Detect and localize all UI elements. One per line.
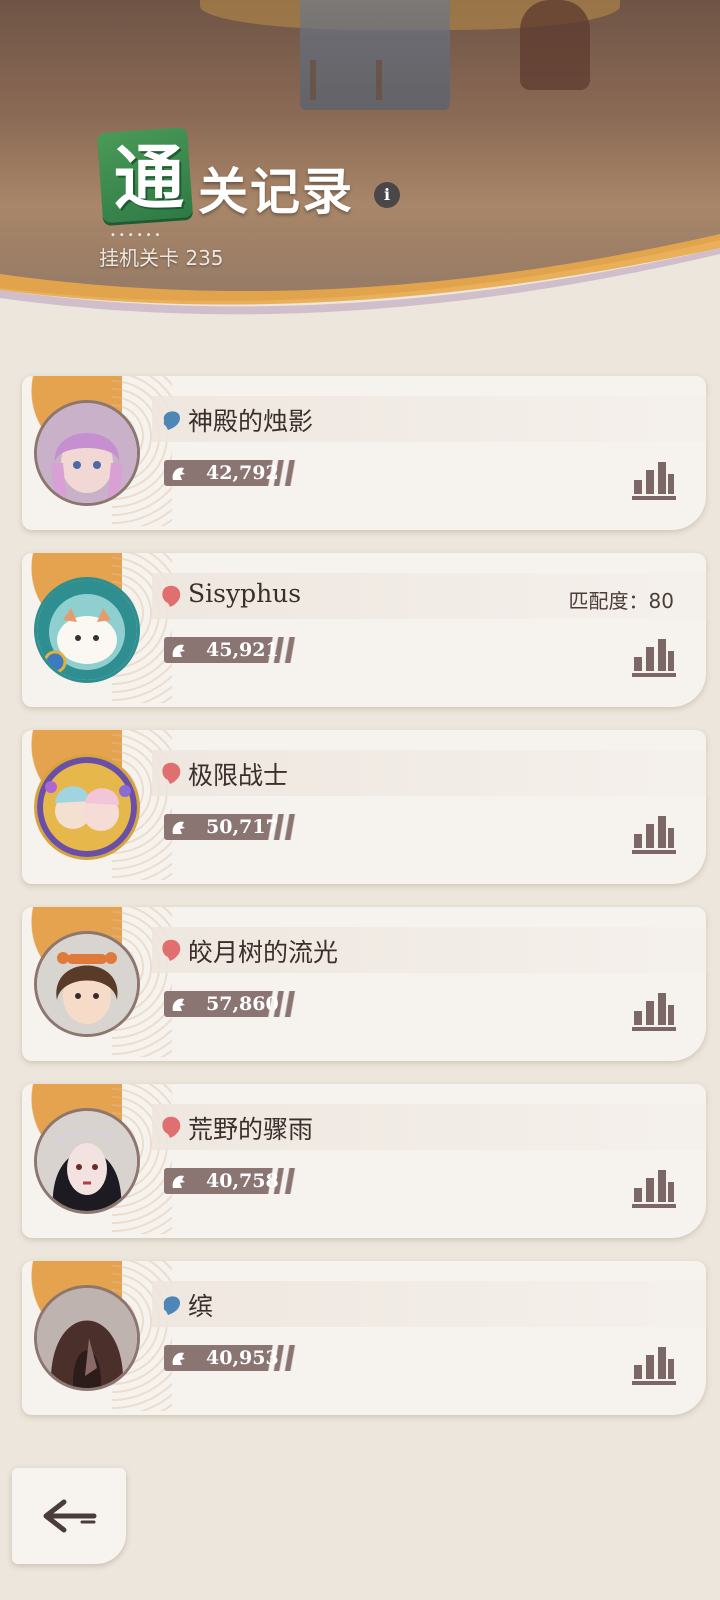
- power-icon: [172, 1175, 185, 1188]
- title-dots: ••••••: [110, 230, 164, 241]
- scene-fence: [310, 60, 382, 100]
- info-icon[interactable]: i: [374, 182, 400, 208]
- avatar[interactable]: [34, 577, 140, 683]
- player-card[interactable]: 缤 40,953: [22, 1261, 712, 1415]
- player-name: 极限战士: [188, 761, 289, 790]
- player-card[interactable]: 神殿的烛影 42,792: [22, 376, 712, 530]
- avatar[interactable]: [34, 1285, 140, 1391]
- avatar[interactable]: [34, 400, 140, 506]
- stage-label: 挂机关卡 235: [99, 246, 224, 270]
- back-button[interactable]: [12, 1468, 126, 1564]
- player-name: 神殿的烛影: [188, 407, 314, 436]
- player-card[interactable]: 极限战士 50,717: [22, 730, 712, 884]
- stats-bar-icon[interactable]: [632, 1345, 676, 1385]
- player-name: 缤: [188, 1292, 214, 1321]
- stats-bar-icon[interactable]: [632, 460, 676, 500]
- avatar[interactable]: [34, 931, 140, 1037]
- player-card[interactable]: Sisyphus 匹配度：80 45,921: [22, 553, 712, 707]
- male-icon: [163, 411, 180, 430]
- female-icon: [162, 1116, 181, 1138]
- page-title: 关记录: [198, 162, 354, 221]
- power-value: 45,921: [206, 639, 279, 661]
- power-icon: [172, 644, 185, 657]
- back-arrow-icon: [43, 1499, 97, 1533]
- power-value: 40,953: [206, 1347, 279, 1369]
- player-card[interactable]: 荒野的骤雨 40,758: [22, 1084, 712, 1238]
- player-name: 荒野的骤雨: [188, 1115, 314, 1144]
- player-name: 皎月树的流光: [188, 938, 339, 967]
- match-score: 匹配度：80: [568, 589, 674, 613]
- power-value: 50,717: [206, 816, 279, 838]
- stats-bar-icon[interactable]: [632, 991, 676, 1031]
- stats-bar-icon[interactable]: [632, 814, 676, 854]
- power-icon: [172, 998, 185, 1011]
- player-card[interactable]: 皎月树的流光 57,860: [22, 907, 712, 1061]
- female-icon: [162, 939, 181, 961]
- power-value: 57,860: [206, 993, 279, 1015]
- power-value: 42,792: [206, 462, 279, 484]
- power-value: 40,758: [206, 1170, 279, 1192]
- male-icon: [163, 1296, 180, 1315]
- player-name: Sisyphus: [188, 579, 302, 608]
- avatar[interactable]: [34, 754, 140, 860]
- female-icon: [162, 585, 181, 607]
- stats-bar-icon[interactable]: [632, 1168, 676, 1208]
- power-icon: [172, 821, 185, 834]
- avatar[interactable]: [34, 1108, 140, 1214]
- scene-pot: [520, 0, 590, 90]
- power-icon: [172, 467, 185, 480]
- header-scene: 通 关记录 i •••••• 挂机关卡 235: [0, 0, 720, 330]
- female-icon: [162, 762, 181, 784]
- power-icon: [172, 1352, 185, 1365]
- stats-bar-icon[interactable]: [632, 637, 676, 677]
- logo-char: 通: [114, 136, 184, 219]
